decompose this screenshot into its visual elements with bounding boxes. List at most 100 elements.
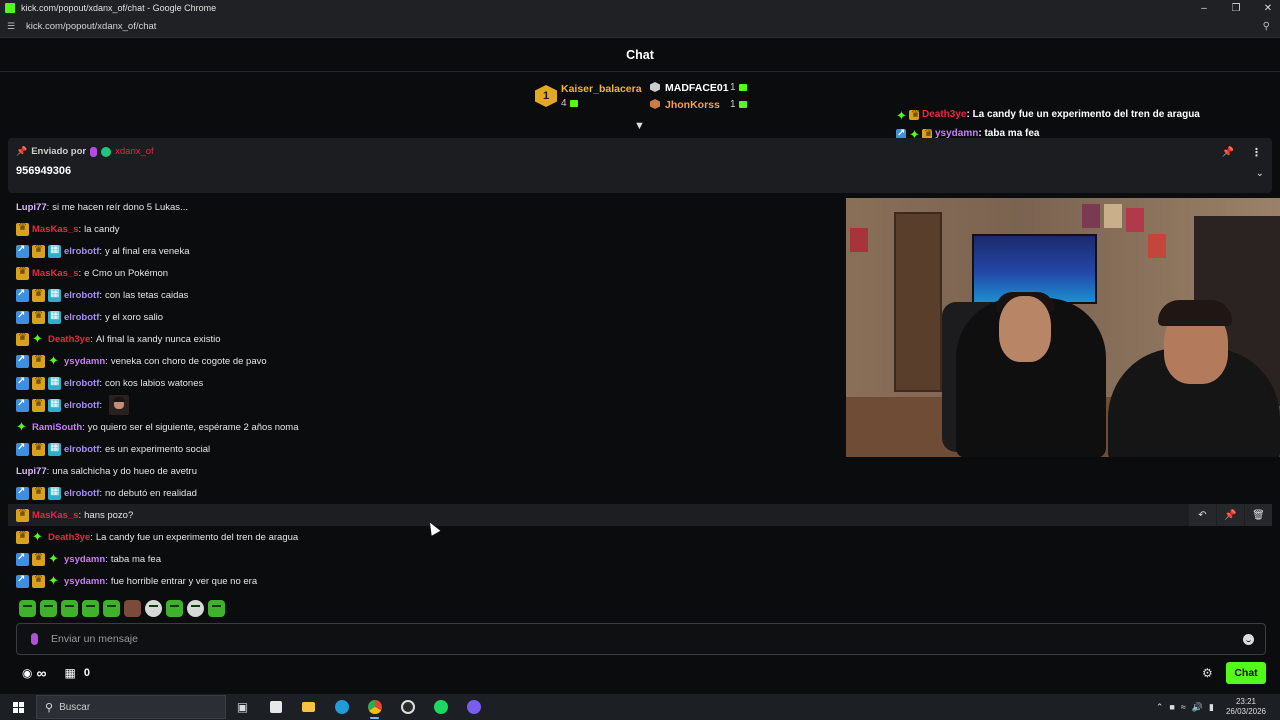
emoji-picker-icon[interactable] — [1243, 633, 1254, 645]
emote-icon[interactable] — [208, 600, 225, 617]
obs-icon[interactable] — [391, 694, 424, 720]
chat-message[interactable]: ysydamn:veneka con choro de cogote de pa… — [16, 350, 267, 372]
leader-1-name[interactable]: Kaiser_balacera — [561, 83, 642, 95]
chevron-up-icon[interactable]: ⌃ — [1156, 702, 1164, 713]
points-icon[interactable]: ◉ — [22, 666, 32, 680]
chat-message[interactable]: ysydamn:taba ma fea — [16, 548, 161, 570]
chat-username[interactable]: Lupi77 — [16, 202, 47, 213]
more-options-icon[interactable]: ⋮ — [1251, 146, 1262, 159]
chat-username[interactable]: RamiSouth — [32, 422, 82, 433]
chat-message[interactable]: MasKas_s:hans pozo? ↶📌🗑 — [8, 504, 1272, 526]
chat-message[interactable]: elrobotf:y al final era veneka — [16, 240, 190, 262]
volume-icon[interactable]: 🔊 — [1192, 702, 1203, 713]
address-bar[interactable]: ☰ kick.com/popout/xdanx_of/chat ⚲ — [0, 16, 1280, 38]
footer-left: ◉ ∞ ▦ 0 — [22, 665, 90, 681]
file-explorer-icon[interactable] — [292, 694, 325, 720]
chat-message[interactable]: Lupi77: si me hacen reír dono 5 Lukas... — [16, 196, 188, 218]
collapse-leaderboard-icon[interactable]: ▼ — [634, 120, 645, 132]
chat-message[interactable]: elrobotf:es un experimento social — [16, 438, 210, 460]
edge-icon[interactable] — [325, 694, 358, 720]
chat-message[interactable]: MasKas_s:e Cmo un Pokémon — [16, 262, 168, 284]
wifi-icon[interactable]: ≈ — [1181, 702, 1186, 712]
message-input-box[interactable] — [16, 623, 1266, 655]
close-icon[interactable]: ✕ — [1252, 0, 1280, 16]
message-input[interactable] — [51, 633, 1243, 645]
emote-icon[interactable] — [40, 600, 57, 617]
site-settings-icon[interactable]: ☰ — [7, 21, 19, 32]
chat-message[interactable]: RamiSouth:yo quiero ser el siguiente, es… — [16, 416, 299, 438]
chat-message[interactable]: Death3ye:Al final la xandy nunca existio — [16, 328, 221, 350]
chat-username[interactable]: elrobotf — [64, 488, 99, 499]
pinned-message[interactable]: 📌 Enviado por xdanx_of 956949306 📌 ⋮ ⌄ — [8, 138, 1272, 193]
taskbar-search[interactable]: ⚲ Buscar — [36, 695, 226, 719]
chat-username[interactable]: elrobotf — [64, 378, 99, 389]
emote-icon[interactable] — [103, 600, 120, 617]
emote-icon[interactable] — [124, 600, 141, 617]
delete-icon[interactable]: 🗑 — [1245, 504, 1272, 526]
chat-username[interactable]: MasKas_s — [32, 224, 78, 235]
chat-message[interactable]: Lupi77: una salchicha y do hueo de avetru — [16, 460, 197, 482]
chat-separator: : — [82, 421, 85, 433]
chat-message[interactable]: ysydamn:fue horrible entrar y ver que no… — [16, 570, 257, 592]
app-tray-icon[interactable]: ■ — [1169, 702, 1174, 712]
emote-icon[interactable] — [166, 600, 183, 617]
zoom-icon[interactable]: ⚲ — [1263, 21, 1270, 32]
chrome-icon[interactable] — [358, 694, 391, 720]
url-text[interactable]: kick.com/popout/xdanx_of/chat — [26, 21, 156, 32]
leader-2-name[interactable]: MADFACE01 — [665, 82, 729, 94]
store-app-icon[interactable] — [259, 694, 292, 720]
crown-badge-icon — [16, 266, 29, 280]
chat-message[interactable]: MasKas_s:la candy — [16, 218, 120, 240]
chat-username[interactable]: ysydamn — [64, 356, 105, 367]
chat-text: no debutó en realidad — [105, 487, 197, 499]
chat-message[interactable]: elrobotf:no debutó en realidad — [16, 482, 197, 504]
crown-badge-icon — [32, 574, 45, 588]
discord-icon[interactable] — [457, 694, 490, 720]
start-button[interactable] — [0, 694, 36, 720]
chat-message[interactable]: elrobotf:y el xoro salio — [16, 306, 163, 328]
unpin-icon[interactable]: 📌 — [1222, 147, 1234, 158]
minimize-icon[interactable]: – — [1188, 0, 1220, 16]
chat-text: La candy fue un experimento del tren de … — [95, 531, 299, 543]
gear-icon[interactable]: ⚙ — [1202, 666, 1213, 680]
chat-username[interactable]: ysydamn — [64, 576, 105, 587]
chevron-down-icon[interactable]: ⌄ — [1256, 168, 1264, 179]
chat-message[interactable]: elrobotf:con kos labios watones — [16, 372, 203, 394]
clock[interactable]: 23:21 26/03/2026 — [1226, 697, 1266, 717]
chat-username[interactable]: elrobotf — [64, 246, 99, 257]
chat-username[interactable]: elrobotf — [64, 312, 99, 323]
chat-username[interactable]: Death3ye — [48, 334, 90, 345]
chat-username[interactable]: MasKas_s — [32, 268, 78, 279]
chat-header: Chat — [0, 38, 1280, 72]
chat-message[interactable]: elrobotf: — [16, 394, 129, 416]
chat-username[interactable]: elrobotf — [64, 290, 99, 301]
store-icon[interactable]: ▦ — [64, 666, 75, 680]
emote-icon[interactable] — [61, 600, 78, 617]
reply-icon[interactable]: ↶ — [1189, 504, 1216, 526]
chat-text: con kos labios watones — [105, 377, 204, 389]
video-poster — [1104, 204, 1122, 228]
page-title: Chat — [626, 47, 654, 62]
stream-video[interactable] — [846, 198, 1280, 457]
chat-username[interactable]: Death3ye — [48, 532, 90, 543]
emote-icon[interactable] — [82, 600, 99, 617]
chat-username[interactable]: ysydamn — [64, 554, 105, 565]
chat-message[interactable]: elrobotf:con las tetas caidas — [16, 284, 188, 306]
chat-username[interactable]: MasKas_s — [32, 510, 78, 521]
emote-icon[interactable] — [19, 600, 36, 617]
mic-icon[interactable] — [31, 633, 38, 645]
send-chat-button[interactable]: Chat — [1226, 662, 1266, 684]
emote-icon[interactable] — [187, 600, 204, 617]
chat-message[interactable]: Death3ye:La candy fue un experimento del… — [16, 526, 298, 548]
pin-message-icon[interactable]: 📌 — [1217, 504, 1244, 526]
battery-icon[interactable]: ▮ — [1209, 702, 1214, 713]
pinned-sender[interactable]: xdanx_of — [115, 146, 154, 157]
chat-username[interactable]: Lupi77 — [16, 466, 47, 477]
chat-username[interactable]: elrobotf — [64, 400, 99, 411]
spotify-icon[interactable] — [424, 694, 457, 720]
emote-icon[interactable] — [145, 600, 162, 617]
task-view-icon[interactable]: ▣ — [226, 694, 259, 720]
chat-username[interactable]: elrobotf — [64, 444, 99, 455]
leader-3-name[interactable]: JhonKorss — [665, 99, 720, 111]
restore-icon[interactable]: ❐ — [1220, 0, 1252, 16]
